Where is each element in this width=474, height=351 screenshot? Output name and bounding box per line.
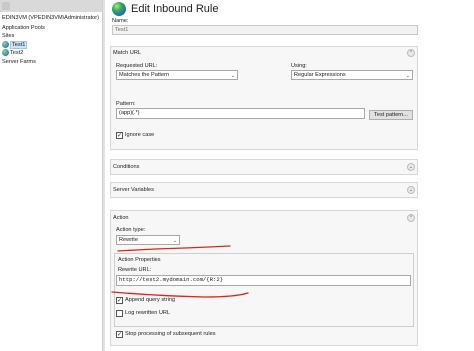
annotation-overlay bbox=[111, 245, 249, 298]
annotation-underline-rewrite-url bbox=[111, 291, 249, 298]
annotation-underline-action-type bbox=[117, 245, 231, 252]
